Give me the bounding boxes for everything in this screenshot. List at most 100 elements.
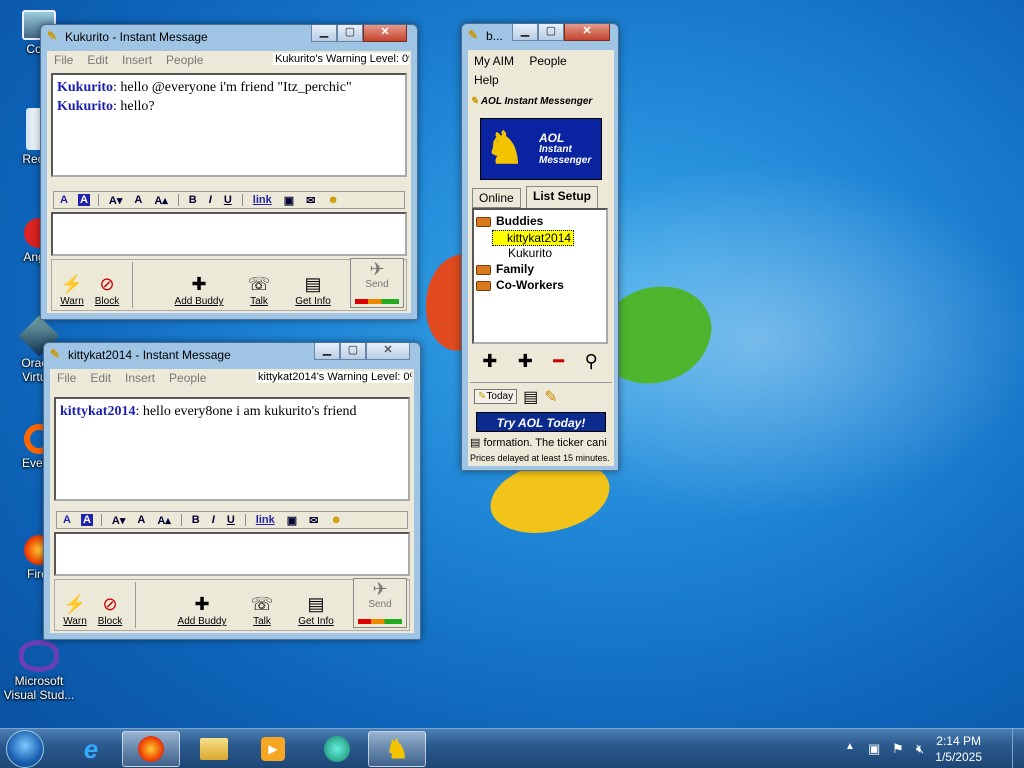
menu-help[interactable]: Help xyxy=(468,73,505,87)
italic-icon[interactable]: I xyxy=(206,514,221,526)
tab-list-setup[interactable]: List Setup xyxy=(526,186,599,208)
network-icon[interactable]: ▣ xyxy=(868,741,880,757)
insert-image-icon[interactable]: ▣ xyxy=(281,514,303,527)
insert-email-icon[interactable]: ✉ xyxy=(303,514,324,527)
minimize-button[interactable]: ▁ xyxy=(314,343,340,360)
background-color-icon[interactable]: A xyxy=(80,514,93,526)
block-button[interactable]: ⊘ Block xyxy=(95,594,125,627)
normal-font-icon[interactable]: A xyxy=(131,514,151,526)
talk-button[interactable]: ☏ Talk xyxy=(247,594,277,627)
message-line: Kukurito: hello? xyxy=(57,97,401,116)
group-buddies[interactable]: Buddies xyxy=(476,214,543,228)
underline-icon[interactable]: U xyxy=(221,514,241,526)
bold-icon[interactable]: B xyxy=(183,194,203,206)
menu-file[interactable]: File xyxy=(47,51,80,69)
underline-icon[interactable]: U xyxy=(218,194,238,206)
insert-link-button[interactable]: link xyxy=(250,514,281,526)
close-button[interactable]: ✕ xyxy=(564,24,610,41)
action-center-flag-icon[interactable]: ⚑ xyxy=(892,741,904,757)
menu-people[interactable]: People xyxy=(523,54,572,68)
add-group-icon[interactable]: ✚ xyxy=(518,351,533,372)
send-button[interactable]: ✈ Send xyxy=(353,578,407,628)
talk-button[interactable]: ☏ Talk xyxy=(244,274,274,307)
italic-icon[interactable]: I xyxy=(203,194,218,206)
buddy-kittykat2014[interactable]: kittykat2014 xyxy=(492,230,575,246)
menu-insert[interactable]: Insert xyxy=(118,369,162,387)
minimize-button[interactable]: ▁ xyxy=(311,25,337,42)
maximize-button[interactable]: ▢ xyxy=(538,24,564,41)
message-input[interactable] xyxy=(51,212,407,256)
text-color-icon[interactable]: A xyxy=(54,194,74,206)
menu-people[interactable]: People xyxy=(162,369,213,387)
title-bar[interactable]: ✎ Kukurito - Instant Message ▁ ▢ ✕ xyxy=(41,25,417,47)
minimize-button[interactable]: ▁ xyxy=(512,24,538,41)
bold-icon[interactable]: B xyxy=(186,514,206,526)
start-button[interactable] xyxy=(6,730,44,768)
normal-font-icon[interactable]: A xyxy=(128,194,148,206)
message-input[interactable] xyxy=(54,532,410,576)
send-button[interactable]: ✈ Send xyxy=(350,258,404,308)
add-buddy-icon[interactable]: ✚ xyxy=(482,351,497,372)
im-window-kukurito[interactable]: ✎ Kukurito - Instant Message ▁ ▢ ✕ File … xyxy=(40,24,418,320)
close-button[interactable]: ✕ xyxy=(363,25,407,42)
title-bar[interactable]: ✎ kittykat2014 - Instant Message ▁ ▢ ✕ xyxy=(44,343,420,365)
buddy-list-window[interactable]: ✎ b... ▁ ▢ ✕ My AIM People Help ✎ AOL In… xyxy=(461,23,619,471)
show-desktop-button[interactable] xyxy=(1012,729,1024,768)
smiley-icon[interactable]: ☻ xyxy=(321,194,345,206)
conversation-log[interactable]: kittykat2014: hello every8one i am kukur… xyxy=(54,397,410,501)
text-color-icon[interactable]: A xyxy=(57,514,77,526)
block-button[interactable]: ⊘ Block xyxy=(92,274,122,307)
decrease-font-icon[interactable]: A▾ xyxy=(103,194,128,207)
conversation-log[interactable]: Kukurito: hello @everyone i'm friend "It… xyxy=(51,73,407,177)
insert-email-icon[interactable]: ✉ xyxy=(300,194,321,207)
increase-font-icon[interactable]: A▴ xyxy=(148,194,173,207)
maximize-button[interactable]: ▢ xyxy=(337,25,363,42)
taskbar-file-explorer[interactable] xyxy=(185,731,243,767)
delete-icon[interactable]: ━ xyxy=(553,351,564,372)
get-info-button[interactable]: ▤ Get Info xyxy=(295,594,337,627)
desktop-icon-visual-studio[interactable]: Microsoft Visual Stud... xyxy=(0,640,78,702)
menu-edit[interactable]: Edit xyxy=(83,369,118,387)
tab-online[interactable]: Online xyxy=(472,188,521,208)
stock-ticker[interactable]: ▤ formation. The ticker cani xyxy=(470,436,612,452)
im-window-kittykat2014[interactable]: ✎ kittykat2014 - Instant Message ▁ ▢ ✕ F… xyxy=(43,342,421,640)
taskbar-media-player[interactable]: ▶ xyxy=(244,731,302,767)
title-bar[interactable]: ✎ b... ▁ ▢ ✕ xyxy=(462,24,618,46)
today-button[interactable]: ✎Today xyxy=(474,389,518,404)
add-buddy-button[interactable]: ✚ Add Buddy xyxy=(177,594,227,627)
menu-file[interactable]: File xyxy=(50,369,83,387)
menu-people[interactable]: People xyxy=(159,51,210,69)
setup-wrench-icon[interactable]: ✎ xyxy=(544,387,557,407)
menu-insert[interactable]: Insert xyxy=(115,51,159,69)
system-clock[interactable]: 2:14 PM 1/5/2025 xyxy=(935,733,982,765)
group-co-workers[interactable]: Co-Workers xyxy=(476,278,564,292)
mail-icon[interactable]: ▤ xyxy=(523,387,538,407)
close-button[interactable]: ✕ xyxy=(366,343,410,360)
background-color-icon[interactable]: A xyxy=(77,194,90,206)
taskbar-internet-explorer[interactable]: e xyxy=(62,731,120,767)
increase-font-icon[interactable]: A▴ xyxy=(151,514,176,527)
group-family[interactable]: Family xyxy=(476,262,534,276)
warn-button[interactable]: ⚡ Warn xyxy=(58,274,86,307)
insert-image-icon[interactable]: ▣ xyxy=(278,194,300,207)
menu-edit[interactable]: Edit xyxy=(80,51,115,69)
insert-link-button[interactable]: link xyxy=(247,194,278,206)
taskbar-aim[interactable]: ♞ xyxy=(368,731,426,767)
menu-my-aim[interactable]: My AIM xyxy=(468,54,520,68)
add-buddy-button[interactable]: ✚ Add Buddy xyxy=(174,274,224,307)
taskbar-firefox[interactable] xyxy=(122,731,180,767)
clock-date: 1/5/2025 xyxy=(935,750,982,764)
maximize-button[interactable]: ▢ xyxy=(340,343,366,360)
get-info-button[interactable]: ▤ Get Info xyxy=(292,274,334,307)
volume-muted-icon[interactable]: 🔇︎ xyxy=(916,741,924,757)
decrease-font-icon[interactable]: A▾ xyxy=(106,514,131,527)
buddy-list-body: My AIM People Help ✎ AOL Instant Messeng… xyxy=(468,50,614,466)
taskbar-messaging-app[interactable] xyxy=(308,731,366,767)
show-hidden-icons-icon[interactable]: ▲ xyxy=(845,741,855,752)
find-icon[interactable]: ⚲ xyxy=(585,351,598,372)
try-aol-ad[interactable]: Try AOL Today! xyxy=(476,412,606,432)
smiley-icon[interactable]: ☻ xyxy=(324,514,348,526)
buddy-tree[interactable]: Buddies kittykat2014 Kukurito Family Co-… xyxy=(472,208,608,344)
buddy-kukurito[interactable]: Kukurito xyxy=(508,246,552,260)
warn-button[interactable]: ⚡ Warn xyxy=(61,594,89,627)
